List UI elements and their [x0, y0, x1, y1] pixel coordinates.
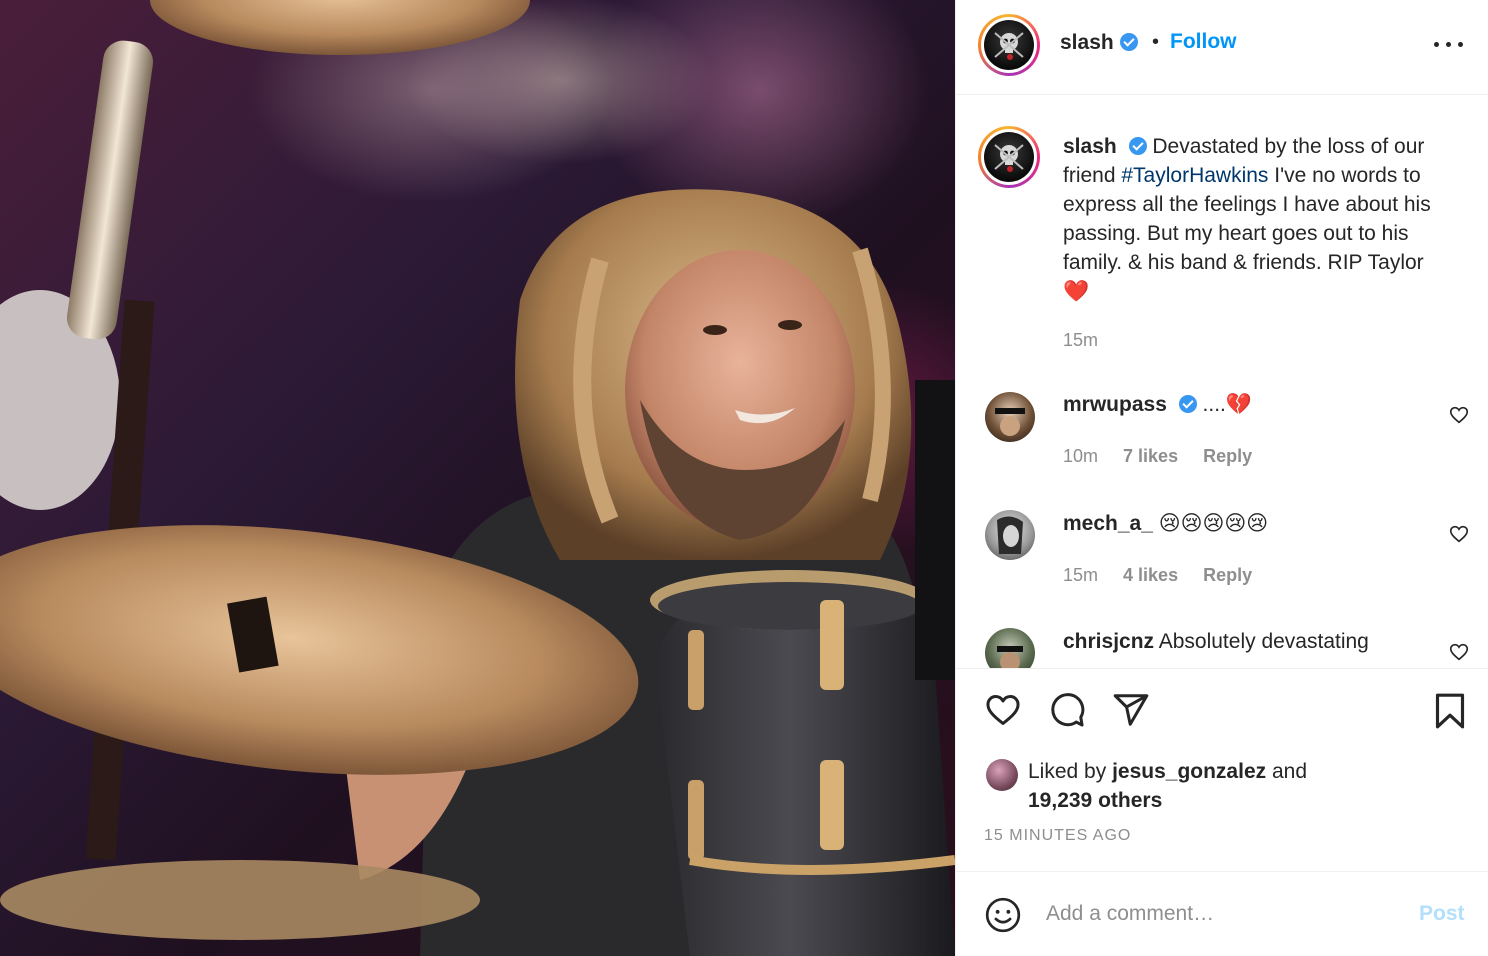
avatar-image [997, 516, 1023, 554]
comment-time[interactable]: 10m [1063, 446, 1098, 466]
post-photo[interactable] [0, 0, 955, 956]
comment-text: 😢😢😢😢😢 [1152, 512, 1269, 535]
post-caption: slash Devastated by the loss of our frie… [1063, 132, 1463, 306]
comment-username[interactable]: mech_a_ [1063, 512, 1153, 535]
comment-chrisjcnz: chrisjcnz Absolutely devastating [1063, 630, 1369, 654]
separator-dot: • [1152, 31, 1160, 53]
reply-button[interactable]: Reply [1203, 446, 1252, 466]
post-header: slash • Follow [956, 0, 1488, 95]
verified-badge-icon [1178, 395, 1197, 413]
like-heart-icon[interactable] [984, 691, 1022, 729]
liker-avatar[interactable] [986, 759, 1018, 791]
comment-username[interactable]: chrisjcnz [1063, 630, 1154, 653]
comment-bubble-icon[interactable] [1048, 691, 1086, 729]
comments-list[interactable]: slash Devastated by the loss of our frie… [956, 96, 1488, 668]
post-comment-button[interactable]: Post [1419, 902, 1465, 926]
post-side-panel: slash • Follow slash Devastated by the l… [955, 0, 1488, 956]
post-timestamp[interactable]: 15 MINUTES AGO [984, 827, 1131, 845]
comment-mech_a_: mech_a_ 😢😢😢😢😢 [1063, 511, 1268, 536]
emoji-smiley-icon[interactable] [984, 896, 1022, 934]
comment-likes[interactable]: 4 likes [1123, 565, 1178, 585]
commenter-avatar-mrwupass[interactable] [985, 392, 1035, 442]
verified-badge-icon [1119, 33, 1138, 51]
avatar-image [995, 408, 1025, 436]
likes-prefix: Liked by [1028, 760, 1113, 783]
comment-meta: 10m 7 likes Reply [1063, 446, 1272, 467]
comment-mrwupass: mrwupass ....💔 [1063, 393, 1252, 417]
caption-time[interactable]: 15m [1063, 330, 1098, 351]
comment-time[interactable]: 15m [1063, 565, 1098, 585]
likes-summary: Liked by jesus_gonzalez and 19,239 other… [1028, 757, 1448, 815]
commenter-avatar-mech_a_[interactable] [985, 510, 1035, 560]
comment-likes[interactable]: 7 likes [1123, 446, 1178, 466]
reply-button[interactable]: Reply [1203, 565, 1252, 585]
author-username[interactable]: slash [1060, 31, 1138, 55]
author-avatar[interactable] [978, 14, 1040, 76]
comment-username[interactable]: mrwupass [1063, 393, 1167, 416]
save-bookmark-icon[interactable] [1430, 691, 1470, 731]
share-paper-plane-icon[interactable] [1112, 691, 1150, 729]
red-heart-emoji: ❤️ [1063, 280, 1090, 303]
likes-middle: and [1266, 760, 1307, 783]
author-username-text[interactable]: slash [1060, 31, 1114, 54]
like-comment-heart-icon[interactable] [1448, 404, 1470, 426]
add-comment-bar: Post [956, 871, 1488, 956]
verified-badge-icon [1128, 137, 1147, 155]
avatar-image [997, 646, 1023, 668]
skull-logo-icon [994, 144, 1024, 172]
like-comment-heart-icon[interactable] [1448, 641, 1470, 663]
follow-button[interactable]: Follow [1170, 30, 1237, 54]
add-comment-input[interactable] [1046, 897, 1406, 931]
skull-logo-icon [994, 32, 1024, 60]
commenter-avatar-chrisjcnz[interactable] [985, 628, 1035, 668]
caption-username[interactable]: slash [1063, 135, 1117, 158]
more-options-icon[interactable] [1432, 32, 1466, 56]
caption-author-avatar[interactable] [978, 126, 1040, 188]
liker-username[interactable]: jesus_gonzalez [1112, 760, 1266, 783]
comment-text: Absolutely devastating [1154, 630, 1369, 653]
comment-meta: 15m 4 likes Reply [1063, 565, 1272, 586]
likes-others-link[interactable]: 19,239 others [1028, 789, 1162, 812]
like-comment-heart-icon[interactable] [1448, 523, 1470, 545]
caption-hashtag-link[interactable]: #TaylorHawkins [1121, 164, 1268, 187]
comment-text: ....💔 [1196, 393, 1253, 416]
post-actions: Liked by jesus_gonzalez and 19,239 other… [956, 668, 1488, 871]
photo-illustration [0, 0, 955, 956]
